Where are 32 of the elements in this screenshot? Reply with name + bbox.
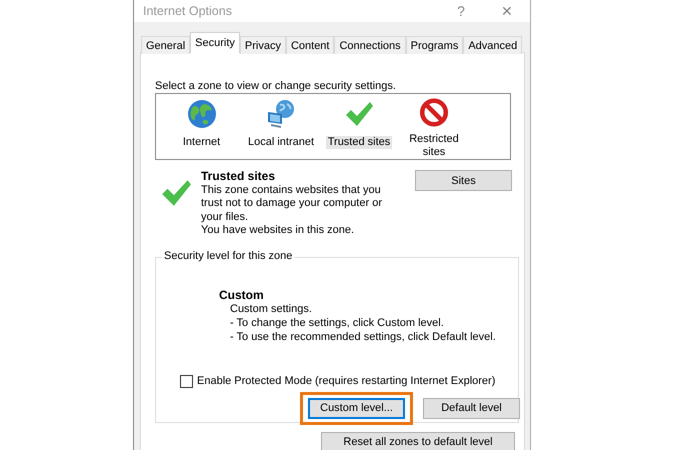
zone-prompt: Select a zone to view or change security settings. (155, 80, 397, 92)
network-computer-icon (265, 98, 297, 130)
globe-icon (186, 98, 218, 130)
zone-title: Trusted sites (201, 170, 276, 184)
group-legend: Security level for this zone (162, 250, 294, 262)
zone-item[interactable]: Restricted sites (398, 133, 470, 159)
level-button[interactable]: Custom level... (308, 398, 405, 418)
level-button[interactable]: Default level (423, 398, 520, 418)
zone-item[interactable]: Internet (180, 136, 222, 149)
level-title: Custom (219, 288, 265, 302)
close-button[interactable]: ✕ (484, 3, 530, 19)
tab[interactable]: Privacy (240, 36, 286, 54)
zone-item[interactable]: Trusted sites (326, 136, 392, 149)
zone-description: This zone contains websites that you trust not to damage your computer or your files. (201, 184, 383, 224)
tab[interactable]: Programs (406, 36, 464, 54)
tab[interactable]: Content (286, 36, 334, 54)
zone-description: You have websites in this zone. (201, 224, 356, 238)
tab[interactable]: General (141, 36, 190, 54)
help-button[interactable]: ? (438, 3, 484, 19)
window-title: Internet Options (143, 4, 232, 18)
tab[interactable]: Connections (334, 36, 406, 54)
tab[interactable]: Advanced (463, 36, 522, 54)
reset-button[interactable]: Reset all zones to default level (321, 432, 515, 450)
checkbox[interactable] (180, 374, 193, 388)
level-description: - To use the recommended settings, click Default level. (229, 330, 497, 344)
sites-button[interactable]: Sites (415, 170, 512, 191)
level-description: Custom settings. (229, 302, 313, 316)
level-description: - To change the settings, click Custom level. (229, 316, 445, 330)
tab[interactable]: Security (190, 32, 240, 53)
no-entry-icon (418, 98, 450, 127)
zone-item[interactable]: Local intranet (246, 136, 316, 149)
checkbox-label: Enable Protected Mode (requires restarting Internet Explorer) (197, 375, 496, 387)
